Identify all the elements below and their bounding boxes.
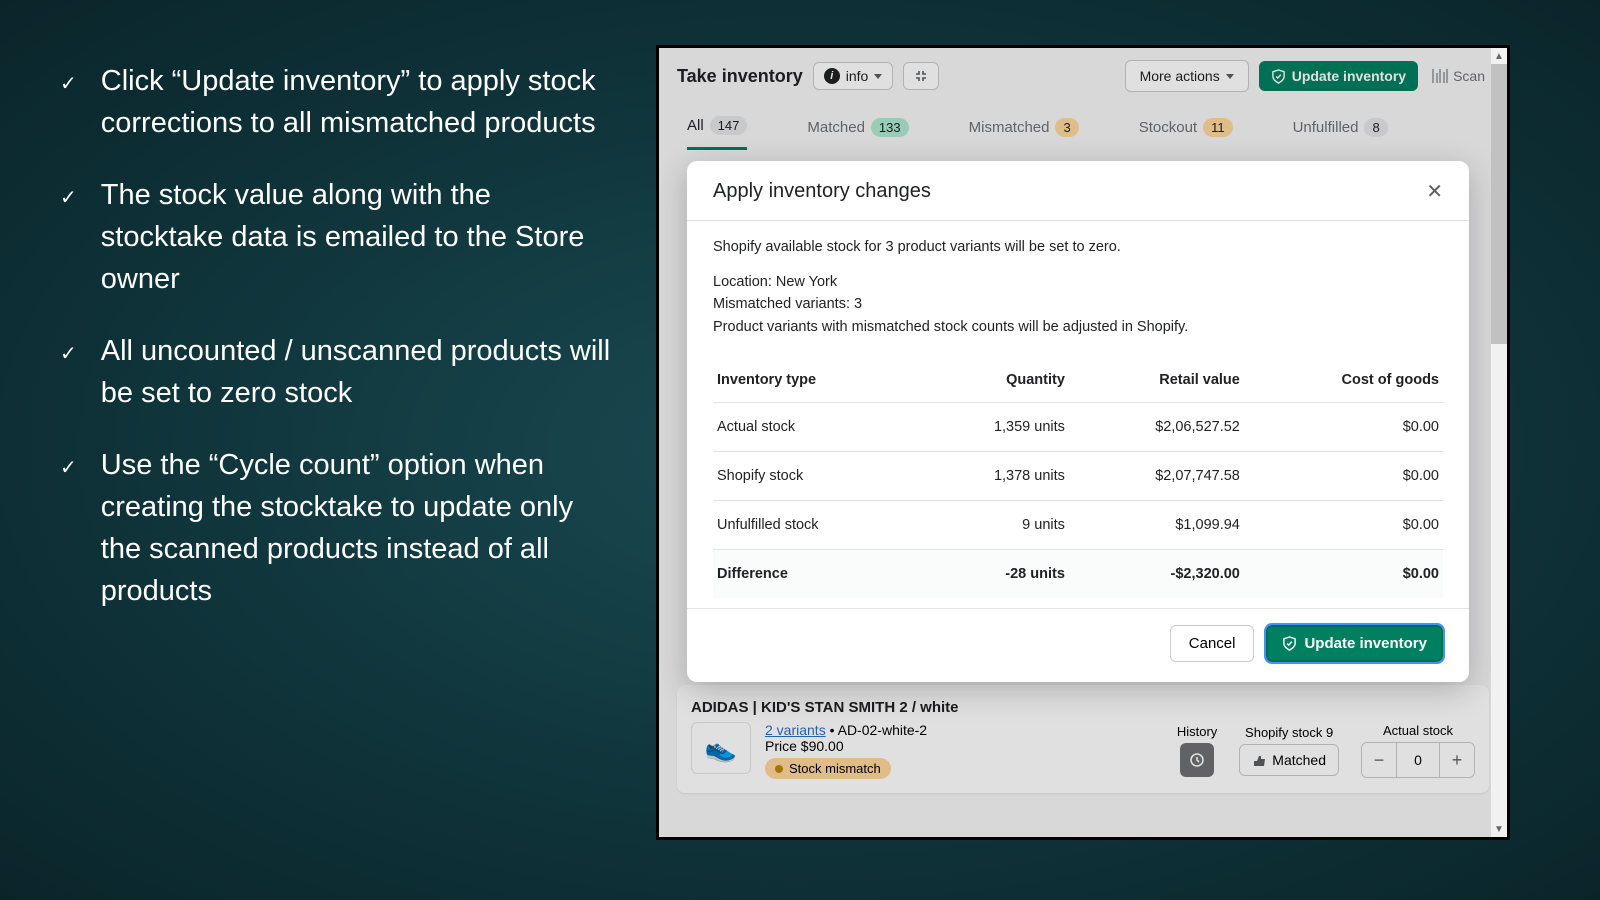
table-row: Unfulfilled stock9 units$1,099.94$0.00	[713, 501, 1443, 550]
scroll-down-icon[interactable]: ▼	[1491, 821, 1507, 837]
bullet-text: Use the “Cycle count” option when creati…	[101, 444, 620, 612]
overflow-menu-icon[interactable]: •••	[1508, 117, 1510, 138]
modal-title: Apply inventory changes	[713, 180, 931, 203]
check-icon: ✓	[60, 184, 77, 213]
scroll-thumb[interactable]	[1491, 64, 1507, 344]
scroll-up-icon[interactable]: ▲	[1491, 48, 1507, 64]
cancel-button[interactable]: Cancel	[1170, 625, 1255, 662]
confirm-update-inventory-button[interactable]: Update inventory	[1266, 625, 1443, 662]
check-icon: ✓	[60, 70, 77, 99]
inventory-table: Inventory type Quantity Retail value Cos…	[713, 358, 1443, 598]
table-row: Actual stock1,359 units$2,06,527.52$0.00	[713, 403, 1443, 452]
close-button[interactable]: ✕	[1426, 179, 1443, 204]
bullet-text: All uncounted / unscanned products will …	[101, 330, 620, 414]
scrollbar[interactable]: ▲ ▼	[1491, 48, 1507, 837]
bullet-text: The stock value along with the stocktake…	[101, 174, 620, 300]
check-icon: ✓	[60, 340, 77, 369]
bullet-text: Click “Update inventory” to apply stock …	[101, 60, 620, 144]
table-row: Shopify stock1,378 units$2,07,747.58$0.0…	[713, 452, 1443, 501]
app-screenshot: Take inventory i info More actions Updat…	[656, 45, 1510, 840]
modal-description: Shopify available stock for 3 product va…	[713, 239, 1443, 255]
table-row-difference: Difference-28 units-$2,320.00$0.00	[713, 550, 1443, 599]
check-icon: ✓	[60, 454, 77, 483]
slide-text: ✓ Click “Update inventory” to apply stock…	[0, 0, 640, 900]
apply-inventory-modal: Apply inventory changes ✕ Shopify availa…	[687, 161, 1469, 682]
